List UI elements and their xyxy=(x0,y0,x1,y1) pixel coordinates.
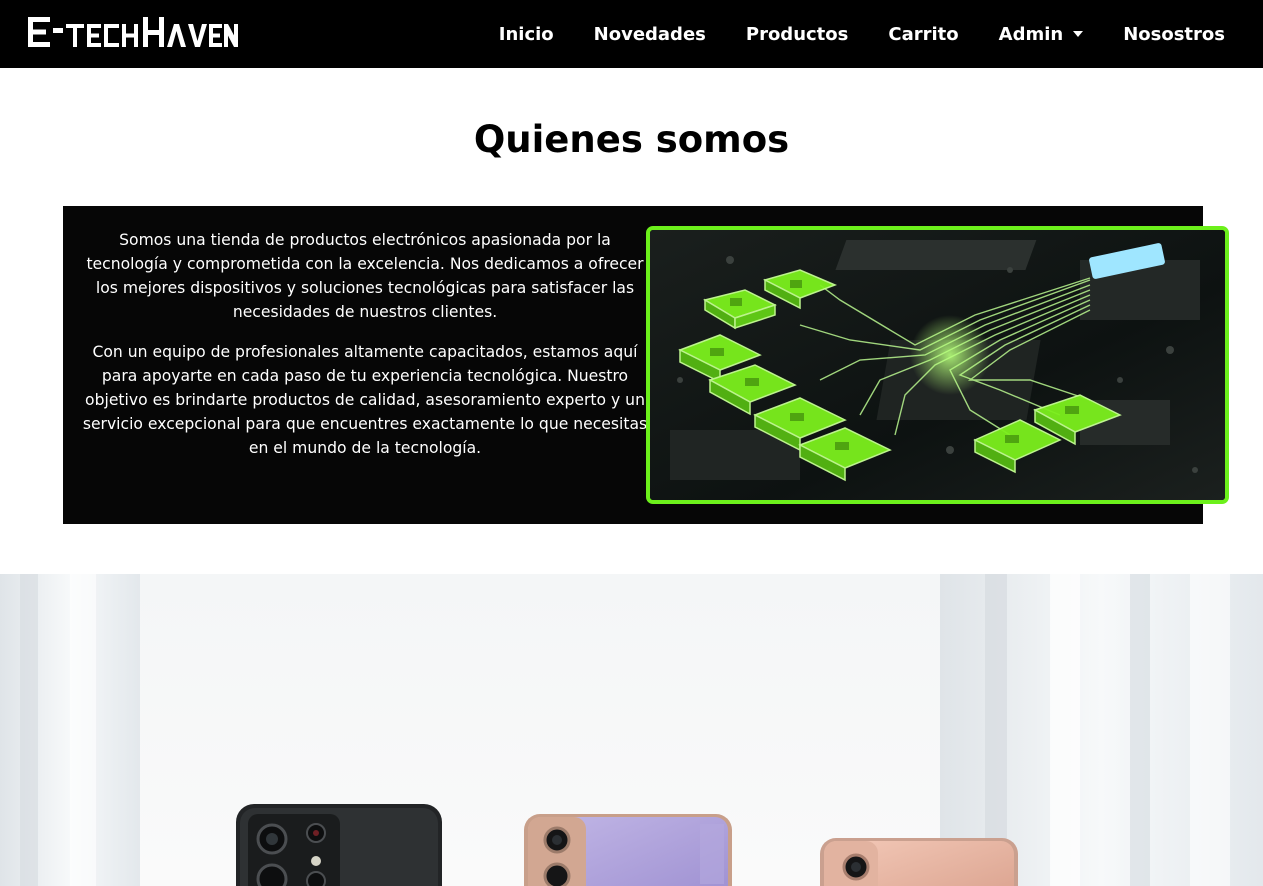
nav-link-carrito[interactable]: Carrito xyxy=(888,24,958,45)
nav-link-label: Inicio xyxy=(498,23,554,45)
nav-link-label: Novedades xyxy=(593,23,706,45)
about-paragraph: Somos una tienda de productos electrónic… xyxy=(86,231,644,321)
navbar: Inicio Novedades Productos Carrito Admin… xyxy=(0,0,1263,68)
about-paragraph: Con un equipo de profesionales altamente… xyxy=(82,343,648,457)
hero-phones-banner xyxy=(0,574,1263,886)
circuit-board-image xyxy=(646,226,1229,504)
nav-link-inicio[interactable]: Inicio xyxy=(499,24,554,45)
phone-violet xyxy=(524,814,732,886)
nav-links: Inicio Novedades Productos Carrito Admin… xyxy=(459,0,1225,68)
nav-link-label: Admin xyxy=(998,23,1064,45)
nav-link-label: Carrito xyxy=(888,23,959,45)
phones-image xyxy=(0,574,1263,886)
phone-pink xyxy=(820,838,1018,886)
nav-link-label: Nosostros xyxy=(1123,23,1225,45)
page-title: Quienes somos xyxy=(473,118,790,161)
nav-link-productos[interactable]: Productos xyxy=(746,24,849,45)
about-section: Somos una tienda de productos electrónic… xyxy=(63,206,1229,524)
caret-down-icon xyxy=(1073,31,1084,37)
about-text: Somos una tienda de productos electrónic… xyxy=(77,228,653,460)
nav-dropdown-admin[interactable]: Admin xyxy=(999,24,1084,45)
logo[interactable] xyxy=(28,15,238,49)
phone-black xyxy=(236,804,442,886)
nav-link-nosotros[interactable]: Nosostros xyxy=(1123,24,1225,45)
nav-link-novedades[interactable]: Novedades xyxy=(594,24,706,45)
circuit-board-illustration xyxy=(650,230,1225,500)
nav-link-label: Productos xyxy=(745,23,849,45)
